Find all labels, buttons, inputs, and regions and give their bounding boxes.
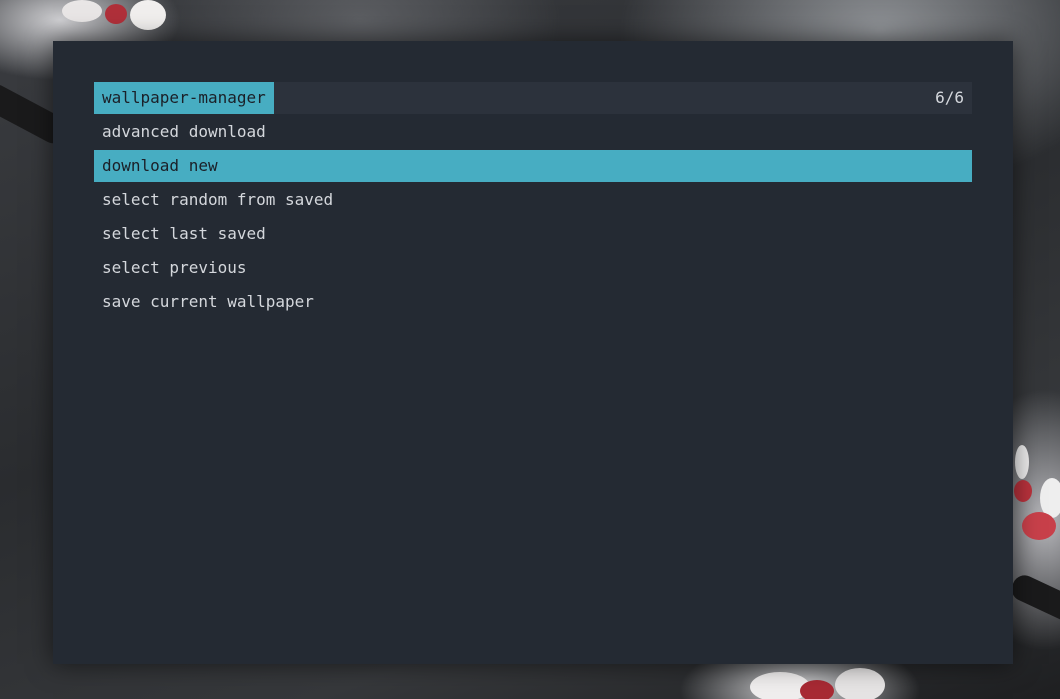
list-item[interactable]: select last saved (94, 218, 972, 250)
wallpaper-blossom (105, 4, 127, 24)
wallpaper-blossom (835, 668, 885, 699)
list-item[interactable]: save current wallpaper (94, 286, 972, 318)
wallpaper-blossom (62, 0, 102, 22)
wallpaper-blossom (130, 0, 166, 30)
wallpaper-blossom (1015, 445, 1029, 479)
prompt-label: wallpaper-manager (94, 82, 274, 114)
wallpaper-blossom (1014, 480, 1032, 502)
launcher-window: wallpaper-manager 6/6 advanced download … (53, 41, 1013, 664)
search-input[interactable]: wallpaper-manager 6/6 (94, 82, 972, 114)
match-counter: 6/6 (935, 88, 964, 107)
result-list: advanced download download new select ra… (94, 116, 972, 320)
wallpaper-blossom (1022, 512, 1056, 540)
list-item-selected[interactable]: download new (94, 150, 972, 182)
list-item[interactable]: select previous (94, 252, 972, 284)
wallpaper-blossom (800, 680, 834, 699)
wallpaper-branch (1007, 571, 1060, 625)
list-item[interactable]: advanced download (94, 116, 972, 148)
list-item[interactable]: select random from saved (94, 184, 972, 216)
